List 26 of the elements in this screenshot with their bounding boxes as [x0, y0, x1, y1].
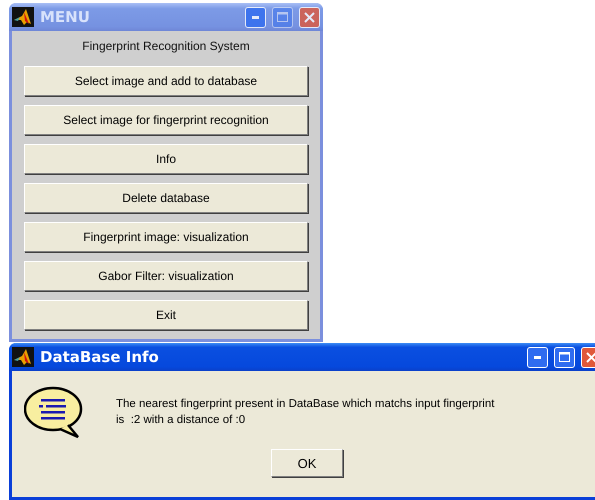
minimize-button[interactable]: [527, 346, 548, 368]
close-button[interactable]: [299, 6, 320, 28]
message-text: The nearest fingerprint present in DataBase which matchs input fingerprint: [116, 397, 494, 412]
close-icon: [586, 352, 595, 362]
ok-button[interactable]: OK: [271, 449, 343, 477]
minimize-button[interactable]: [245, 6, 266, 28]
app-logo-icon: [12, 347, 34, 367]
dialog-title: DataBase Info: [40, 348, 160, 366]
menu-button[interactable]: Select image and add to database: [24, 66, 308, 96]
window-title: MENU: [40, 8, 91, 26]
maximize-button[interactable]: [554, 346, 575, 368]
maximize-icon: [277, 12, 288, 22]
minimize-icon: [252, 16, 259, 19]
app-logo-icon: [12, 7, 34, 28]
menu-button[interactable]: Fingerprint image: visualization: [24, 222, 308, 252]
speech-bubble-icon: [24, 385, 84, 439]
close-icon: [304, 12, 315, 23]
menu-button[interactable]: Delete database: [24, 183, 308, 214]
message-text: is :2 with a distance of :0: [116, 413, 246, 428]
maximize-icon: [559, 352, 570, 362]
minimize-icon: [534, 356, 541, 358]
menu-heading: Fingerprint Recognition System: [82, 39, 250, 54]
menu-button[interactable]: Gabor Filter: visualization: [24, 261, 308, 292]
menu-button[interactable]: Select image for fingerprint recognition: [24, 105, 308, 136]
menu-button[interactable]: Exit: [24, 300, 308, 330]
menu-button[interactable]: Info: [24, 144, 308, 174]
